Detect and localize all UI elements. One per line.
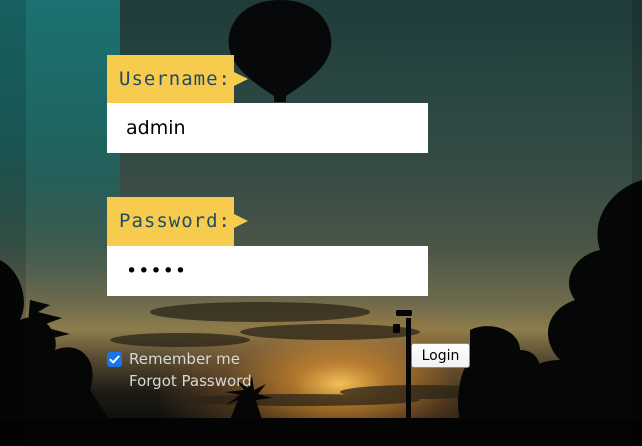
username-label-text: Username: xyxy=(119,68,231,90)
right-tree-silhouettes xyxy=(458,180,642,420)
password-input[interactable] xyxy=(107,246,428,296)
forgot-password-link[interactable]: Forgot Password xyxy=(129,372,252,390)
password-label: Password: xyxy=(107,197,248,246)
street-lamp-icon xyxy=(393,310,412,422)
label-arrow-icon xyxy=(234,72,248,86)
frame-shade-left xyxy=(0,0,26,446)
remember-me-label: Remember me xyxy=(129,350,240,368)
remember-me-row: Remember me xyxy=(107,349,240,369)
checkmark-icon xyxy=(109,355,120,363)
remember-me-checkbox[interactable] xyxy=(107,351,122,367)
username-input[interactable] xyxy=(107,103,428,153)
label-arrow-icon xyxy=(234,214,248,228)
frame-shade-right xyxy=(632,0,642,446)
login-button[interactable]: Login xyxy=(411,343,470,368)
ground-silhouette xyxy=(0,418,642,446)
password-label-text: Password: xyxy=(119,210,231,232)
username-label: Username: xyxy=(107,55,248,104)
login-screen: Username: Password: Remember me Forgot P… xyxy=(0,0,642,446)
hot-air-balloon-icon xyxy=(228,0,332,102)
background-scenery xyxy=(0,0,642,446)
